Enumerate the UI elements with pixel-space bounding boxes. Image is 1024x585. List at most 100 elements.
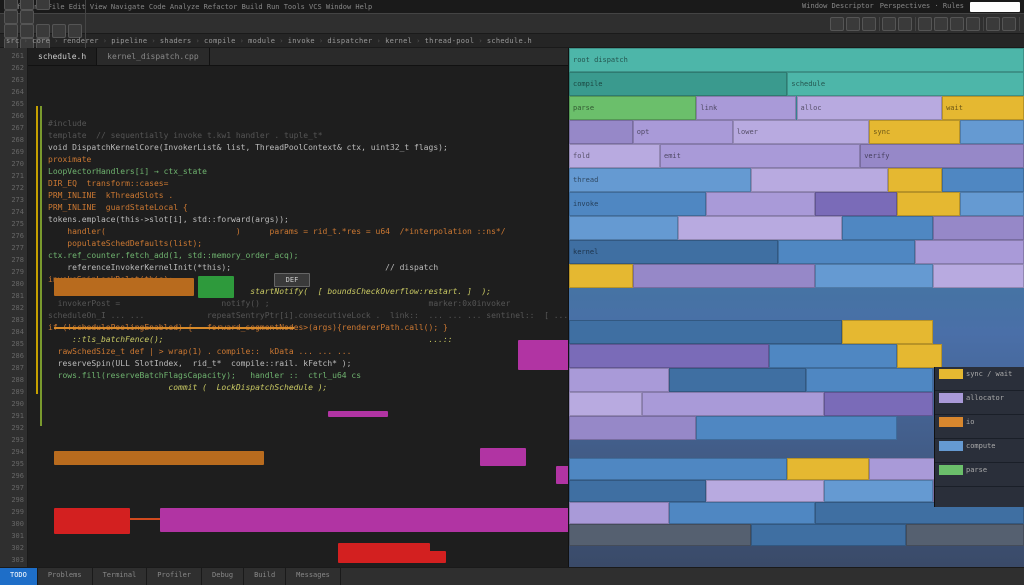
toolbar-button[interactable] (986, 17, 1000, 31)
flame-cell[interactable]: root dispatch (569, 48, 1024, 72)
flame-cell[interactable] (769, 344, 896, 368)
flame-cell[interactable] (933, 216, 1024, 240)
flame-cell[interactable]: verify (860, 144, 1024, 168)
breadcrumb-segment[interactable]: module (248, 37, 275, 45)
flame-cell[interactable]: thread (569, 168, 751, 192)
flame-cell[interactable]: kernel (569, 240, 778, 264)
breadcrumb-segment[interactable]: schedule.h (487, 37, 532, 45)
breadcrumb-segment[interactable]: shaders (160, 37, 192, 45)
flame-cell[interactable] (706, 480, 824, 502)
flame-cell[interactable] (569, 264, 633, 288)
tool-window-tab[interactable]: TODO (0, 568, 38, 585)
flame-cell[interactable] (569, 216, 678, 240)
breadcrumb-segment[interactable]: core (32, 37, 50, 45)
flame-graph-panel[interactable]: root dispatchcompileschedule parselinkall… (569, 48, 1024, 567)
toolbar-button[interactable] (4, 24, 18, 38)
flame-cell[interactable] (569, 524, 751, 546)
flame-cell[interactable] (815, 264, 933, 288)
tool-window-tab[interactable]: Messages (286, 568, 341, 585)
toolbar-button[interactable] (20, 0, 34, 10)
flame-cell[interactable] (669, 368, 806, 392)
flame-cell[interactable] (569, 392, 642, 416)
flame-cell[interactable] (960, 120, 1024, 144)
flame-cell[interactable] (933, 264, 1024, 288)
flame-cell[interactable] (888, 168, 943, 192)
flame-cell[interactable] (569, 344, 769, 368)
tool-window-tab[interactable]: Problems (38, 568, 93, 585)
toolbar-button[interactable] (52, 24, 66, 38)
flame-cell[interactable]: wait (942, 96, 1024, 120)
flame-cell[interactable] (569, 458, 787, 480)
flame-cell[interactable] (642, 392, 824, 416)
toolbar-button[interactable] (4, 10, 18, 24)
flame-cell[interactable]: lower (733, 120, 870, 144)
flame-cell[interactable] (960, 192, 1024, 216)
tool-window-tab[interactable]: Debug (202, 568, 244, 585)
toolbar-button[interactable] (862, 17, 876, 31)
flame-cell[interactable] (569, 416, 696, 440)
breadcrumb[interactable]: src›core›renderer›pipeline›shaders›compi… (0, 34, 1024, 48)
editor-tab[interactable]: schedule.h (28, 48, 97, 65)
breadcrumb-segment[interactable]: dispatcher (327, 37, 372, 45)
flame-cell[interactable] (842, 216, 933, 240)
editor-tab[interactable]: kernel_dispatch.cpp (97, 48, 210, 65)
toolbar-button[interactable] (4, 0, 18, 10)
definition-badge[interactable]: DEF (274, 273, 310, 287)
flame-cell[interactable] (824, 392, 933, 416)
flame-cell[interactable] (815, 192, 897, 216)
flame-cell[interactable] (897, 192, 961, 216)
toolbar-button[interactable] (898, 17, 912, 31)
tool-window-tab[interactable]: Terminal (93, 568, 148, 585)
flame-cell[interactable] (669, 502, 815, 524)
search-input[interactable] (970, 2, 1020, 12)
flame-cell[interactable]: schedule (787, 72, 1024, 96)
flame-cell[interactable] (569, 502, 669, 524)
toolbar-button[interactable] (36, 0, 50, 10)
flame-cell[interactable] (751, 168, 888, 192)
flame-cell[interactable] (569, 320, 842, 344)
breadcrumb-segment[interactable]: src (6, 37, 20, 45)
flame-cell[interactable] (696, 416, 896, 440)
flame-cell[interactable] (942, 168, 1024, 192)
flame-cell[interactable] (751, 524, 906, 546)
tool-window-tab[interactable]: Profiler (147, 568, 202, 585)
flame-cell[interactable]: compile (569, 72, 787, 96)
toolbar-button[interactable] (846, 17, 860, 31)
toolbar-button[interactable] (934, 17, 948, 31)
code-editor[interactable]: schedule.hkernel_dispatch.cpp #include t… (28, 48, 569, 567)
flame-cell[interactable]: fold (569, 144, 660, 168)
toolbar-button[interactable] (918, 17, 932, 31)
breadcrumb-segment[interactable]: invoke (288, 37, 315, 45)
flame-cell[interactable] (787, 458, 869, 480)
flame-cell[interactable]: link (696, 96, 796, 120)
flame-cell[interactable] (678, 216, 842, 240)
toolbar-button[interactable] (966, 17, 980, 31)
toolbar-button[interactable] (20, 10, 34, 24)
breadcrumb-segment[interactable]: renderer (63, 37, 99, 45)
flame-cell[interactable] (824, 480, 933, 502)
toolbar-button[interactable] (68, 24, 82, 38)
flame-cell[interactable] (842, 320, 933, 344)
breadcrumb-segment[interactable]: compile (204, 37, 236, 45)
flame-cell[interactable] (706, 192, 815, 216)
breadcrumb-segment[interactable]: pipeline (111, 37, 147, 45)
toolbar-button[interactable] (20, 24, 34, 38)
toolbar-button[interactable] (882, 17, 896, 31)
breadcrumb-segment[interactable]: kernel (385, 37, 412, 45)
flame-cell[interactable]: opt (633, 120, 733, 144)
flame-cell[interactable] (633, 264, 815, 288)
flame-cell[interactable]: alloc (797, 96, 943, 120)
flame-cell[interactable]: parse (569, 96, 696, 120)
flame-cell[interactable] (569, 120, 633, 144)
flame-cell[interactable] (778, 240, 915, 264)
flame-cell[interactable]: invoke (569, 192, 706, 216)
flame-cell[interactable] (806, 368, 933, 392)
toolbar-button[interactable] (830, 17, 844, 31)
breadcrumb-segment[interactable]: thread-pool (425, 37, 475, 45)
toolbar-button[interactable] (1002, 17, 1016, 31)
flame-cell[interactable]: emit (660, 144, 860, 168)
flame-cell[interactable] (569, 368, 669, 392)
flame-cell[interactable] (569, 480, 706, 502)
flame-cell[interactable]: sync (869, 120, 960, 144)
toolbar-button[interactable] (36, 24, 50, 38)
